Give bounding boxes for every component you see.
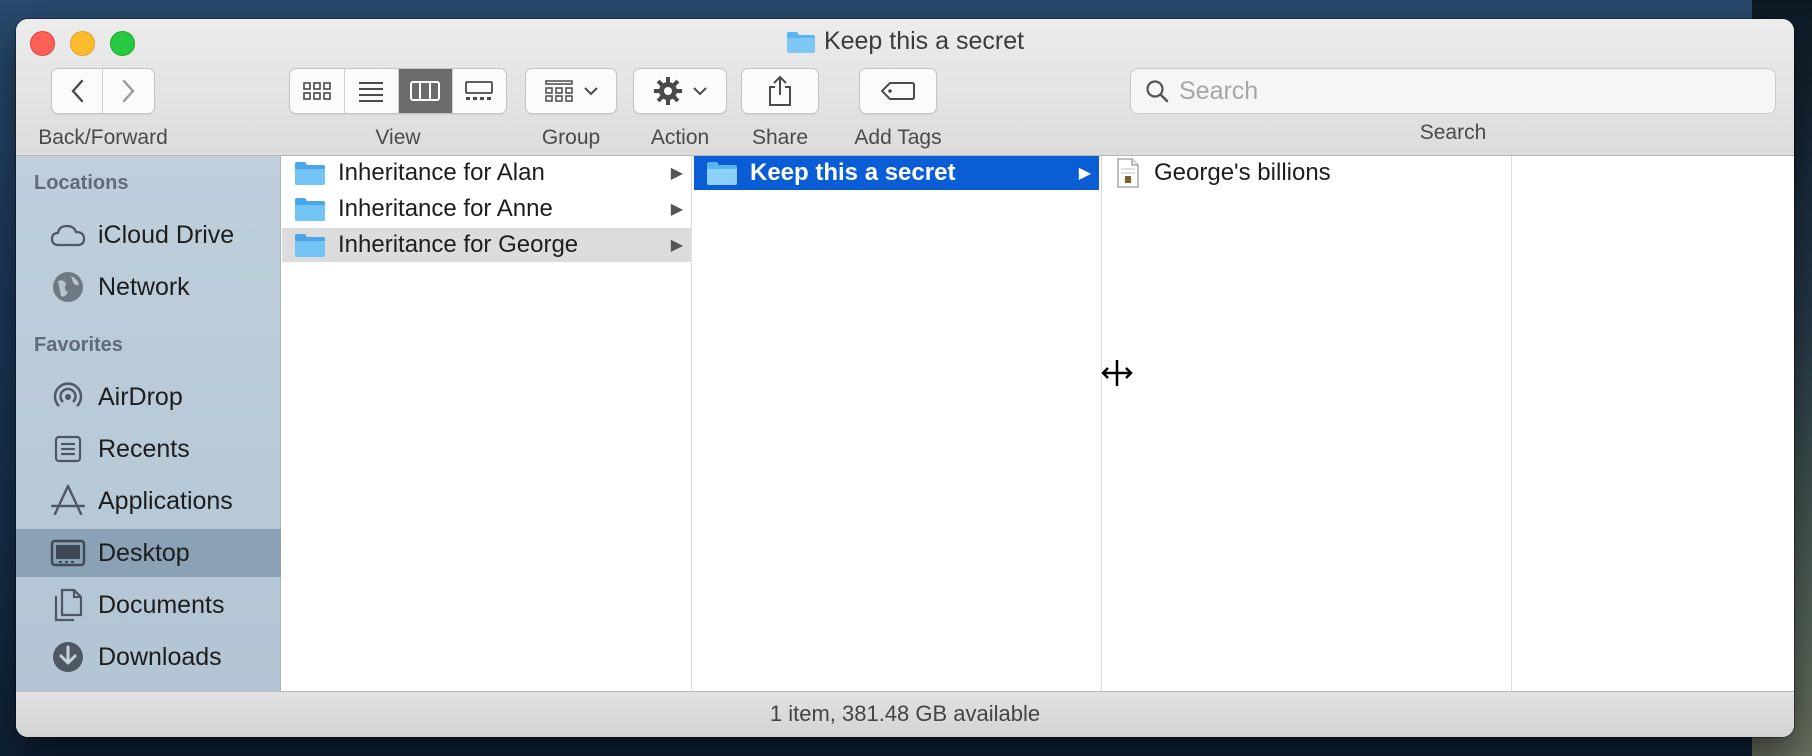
sidebar-item-label: Downloads [98,642,222,671]
forward-button[interactable] [103,69,154,113]
view-group: View [289,68,507,150]
search-field[interactable] [1130,68,1776,114]
download-icon [50,639,86,675]
locations-header: Locations [34,172,129,194]
column-3: George's billions [1102,156,1512,691]
columns-icon [410,81,441,101]
tag-icon [881,82,915,100]
view-label: View [375,126,421,149]
folder-icon [295,162,325,185]
documents-icon [50,587,86,623]
column-browser: Inheritance for Alan ▶ Inheritance for A… [282,156,1794,691]
grid-icon [302,82,331,100]
chevron-left-icon [71,79,84,103]
window-title: Keep this a secret [16,27,1794,56]
applications-icon [50,483,86,519]
file-name: George's billions [1154,159,1331,186]
clock-icon [50,431,86,467]
share-group: Share [740,68,820,150]
folder-row-alan[interactable]: Inheritance for Alan ▶ [282,156,691,190]
add-tags-label: Add Tags [854,126,942,149]
search-icon [1146,80,1169,103]
sidebar-item-downloads[interactable]: Downloads [16,633,281,681]
sidebar-item-icloud-drive[interactable]: iCloud Drive [16,211,281,259]
column-2: Keep this a secret ▶ [692,156,1102,691]
folder-icon [295,234,325,257]
sidebar-item-airdrop[interactable]: AirDrop [16,373,281,421]
folder-row-george[interactable]: Inheritance for George ▶ [282,228,691,262]
share-button[interactable] [742,69,818,113]
disclosure-arrow-icon: ▶ [670,165,683,182]
group-group: Group [525,68,617,150]
list-view-button[interactable] [345,69,399,113]
folder-icon [786,31,815,53]
sidebar-item-applications[interactable]: Applications [16,477,281,525]
sidebar-item-documents[interactable]: Documents [16,581,281,629]
chevron-right-icon [122,79,135,103]
folder-name: Inheritance for George [338,231,579,258]
favorites-header: Favorites [34,334,123,356]
chevron-down-icon [693,87,707,96]
column-view-button[interactable] [399,69,453,113]
sidebar-item-label: AirDrop [98,382,183,411]
resize-cursor-icon [1099,358,1135,397]
back-button[interactable] [52,69,104,113]
list-icon [359,82,384,102]
group-label: Group [541,126,601,149]
window-title-text: Keep this a secret [823,27,1025,55]
share-icon [769,75,791,106]
sidebar-item-network[interactable]: Network [16,263,281,311]
back-forward-group: Back/Forward [28,68,178,150]
gallery-view-button[interactable] [453,69,507,113]
column-4 [1512,156,1794,691]
gallery-icon [465,81,494,100]
action-group: Action [633,68,727,150]
add-tags-button[interactable] [860,69,936,113]
tags-group: Add Tags [836,68,960,150]
file-row-georges-billions[interactable]: George's billions [1102,156,1511,190]
search-label: Search [1419,121,1487,144]
folder-icon [707,162,737,185]
sidebar-item-label: Documents [98,590,225,619]
airdrop-icon [50,379,86,415]
sidebar-item-label: Desktop [98,538,190,567]
share-label: Share [751,126,809,149]
toolbar: Keep this a secret Back/Forward View Gro… [16,19,1794,156]
gear-icon [654,77,682,105]
chevron-down-icon [584,87,598,96]
disclosure-arrow-icon: ▶ [670,201,683,218]
search-input[interactable] [1179,76,1739,106]
sidebar-item-desktop[interactable]: Desktop [16,529,281,577]
sidebar-item-label: iCloud Drive [98,220,235,249]
cloud-icon [50,217,86,253]
action-label: Action [650,126,710,149]
desktop-icon [50,535,86,571]
column-1: Inheritance for Alan ▶ Inheritance for A… [282,156,692,691]
folder-row-anne[interactable]: Inheritance for Anne ▶ [282,192,691,226]
globe-icon [50,269,86,305]
folder-row-secret[interactable]: Keep this a secret ▶ [694,156,1099,190]
sidebar-item-recents[interactable]: Recents [16,425,281,473]
action-button[interactable] [634,69,726,113]
group-grid-icon [545,80,573,102]
disclosure-arrow-icon: ▶ [670,237,683,254]
folder-name: Keep this a secret [750,159,956,186]
folder-name: Inheritance for Alan [338,159,545,186]
sidebar-item-label: Recents [98,434,190,463]
folder-name: Inheritance for Anne [338,195,553,222]
sidebar-item-label: Applications [98,486,233,515]
status-text: 1 item, 381.48 GB available [769,701,1041,726]
folder-icon [295,198,325,221]
group-button[interactable] [526,69,616,113]
disclosure-arrow-icon: ▶ [1078,165,1091,182]
icon-view-button[interactable] [290,69,345,113]
document-icon [1117,158,1139,188]
back-forward-label: Back/Forward [38,126,168,149]
sidebar-item-label: Network [98,272,190,301]
sidebar: Locations iCloud Drive Network Favorites… [16,156,281,691]
status-bar: 1 item, 381.48 GB available [16,691,1794,737]
finder-window: Keep this a secret Back/Forward View Gro… [16,19,1794,737]
